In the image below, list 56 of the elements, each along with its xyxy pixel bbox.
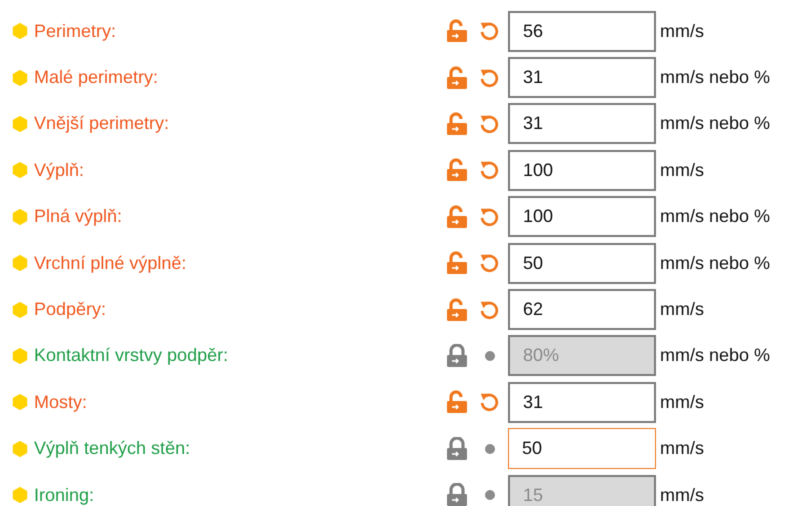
unit-label: mm/s: [659, 392, 705, 413]
unit-label: mm/s nebo %: [659, 345, 772, 366]
speed-input[interactable]: 50: [508, 428, 656, 470]
setting-label: Plná výplň:: [34, 206, 124, 228]
hexagon-icon: [11, 161, 29, 180]
hexagon-icon: [11, 346, 29, 365]
setting-label: Vnější perimetry:: [34, 113, 170, 134]
hexagon-icon: [11, 486, 29, 504]
unit-label: mm/s: [659, 484, 705, 506]
speed-input[interactable]: 31: [508, 382, 656, 423]
unit-label: mm/s: [659, 20, 705, 42]
hexagon-icon: [11, 68, 29, 87]
unlocked-padlock-icon[interactable]: [446, 251, 468, 276]
hexagon-icon: [11, 254, 29, 272]
setting-label: Výplň:: [34, 160, 86, 181]
speed-input[interactable]: 100: [508, 150, 656, 191]
unlocked-padlock-icon[interactable]: [446, 66, 468, 90]
unlocked-padlock-icon[interactable]: [446, 390, 468, 414]
unit-label: mm/s nebo %: [659, 113, 772, 134]
hexagon-icon: [11, 114, 29, 133]
hexagon-icon: [11, 300, 29, 319]
padlock-icon[interactable]: [446, 436, 468, 461]
hexagon-icon: [11, 393, 29, 412]
unit-label: mm/s: [659, 438, 705, 460]
unlocked-padlock-icon[interactable]: [446, 204, 468, 229]
speed-input[interactable]: 50: [508, 242, 656, 284]
speed-input[interactable]: 31: [508, 103, 656, 144]
unit-label: mm/s nebo %: [659, 252, 772, 274]
unit-label: mm/s: [659, 299, 705, 320]
unit-label: mm/s nebo %: [659, 206, 772, 228]
setting-label: Podpěry:: [34, 299, 108, 320]
setting-label: Ironing:: [34, 484, 96, 506]
padlock-icon[interactable]: [446, 344, 468, 368]
hexagon-icon: [11, 22, 29, 40]
speed-input[interactable]: 31: [508, 57, 656, 98]
unlocked-padlock-icon[interactable]: [446, 112, 468, 136]
padlock-icon[interactable]: [446, 483, 468, 506]
speed-input[interactable]: 62: [508, 289, 656, 330]
setting-label: Malé perimetry:: [34, 67, 160, 88]
setting-label: Vrchní plné výplně:: [34, 252, 188, 274]
setting-label: Mosty:: [34, 392, 88, 413]
unlocked-padlock-icon[interactable]: [446, 158, 468, 182]
speed-input[interactable]: 100: [508, 196, 656, 238]
unit-label: mm/s nebo %: [659, 67, 772, 88]
unit-label: mm/s: [659, 160, 705, 181]
speed-input[interactable]: 56: [508, 10, 656, 52]
dot-icon: [485, 350, 495, 361]
setting-label: Perimetry:: [34, 20, 118, 42]
dot-icon: [485, 490, 495, 500]
dot-icon: [485, 444, 495, 454]
setting-label: Výplň tenkých stěn:: [34, 438, 192, 460]
setting-label: Kontaktní vrstvy podpěr:: [34, 345, 230, 366]
unlocked-padlock-icon[interactable]: [446, 298, 468, 322]
unlocked-padlock-icon[interactable]: [446, 19, 468, 44]
hexagon-icon: [11, 208, 29, 226]
hexagon-icon: [11, 440, 29, 458]
